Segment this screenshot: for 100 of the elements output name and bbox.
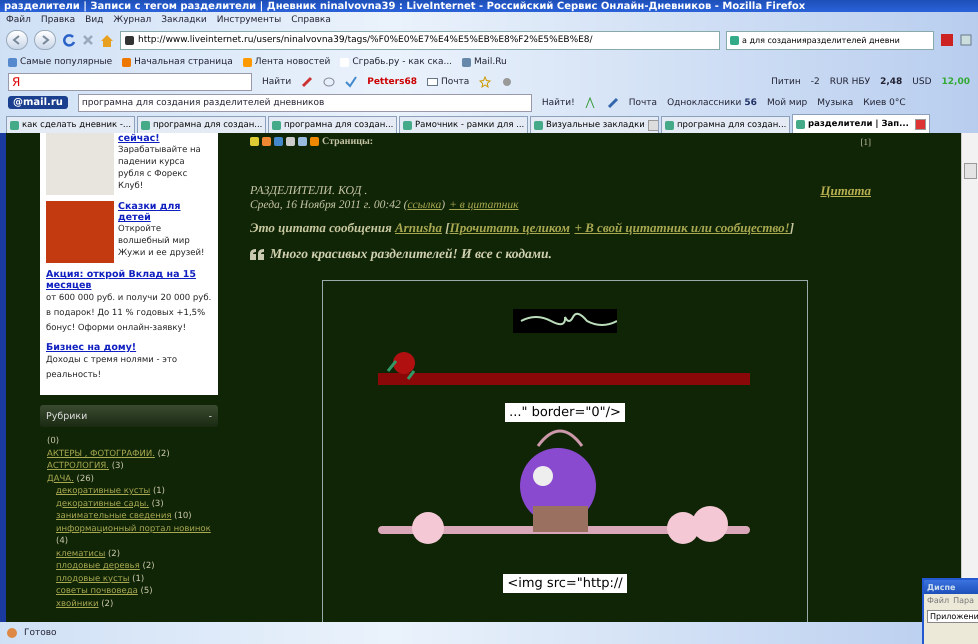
rubric-count: (5) <box>140 586 153 596</box>
browser-tab[interactable]: разделители | Зап... <box>792 114 930 133</box>
photo-placeholder <box>46 133 114 195</box>
ad-title[interactable]: Бизнес на дому! <box>46 342 212 353</box>
bookmark-icon <box>122 58 132 66</box>
mailru-logo[interactable]: @mail.ru <box>8 96 68 109</box>
link[interactable]: Arnusha <box>395 220 442 235</box>
window-tab[interactable]: Приложени <box>927 610 978 623</box>
pages-label: Страницы: <box>322 136 374 147</box>
tab-icon <box>10 120 19 130</box>
quote-icon <box>250 248 264 260</box>
bookmark-icon <box>462 58 472 66</box>
rubric-link[interactable]: плодовые деревья <box>56 561 140 571</box>
rubric-link[interactable]: хвойники <box>56 598 99 608</box>
category-link[interactable]: Цитата <box>820 183 871 199</box>
ad-title[interactable]: Сказки для детей <box>118 201 212 223</box>
rubric-count: (1) <box>132 574 144 584</box>
rubric-link[interactable]: ДАЧА. <box>47 474 74 484</box>
find-button[interactable]: Найти <box>262 77 292 87</box>
menu-item[interactable]: Закладки <box>161 15 207 25</box>
ad-text: Зарабатывайте на падении курса рубля с Форекс Клуб! <box>118 144 202 192</box>
rubric-count: (3) <box>112 461 124 471</box>
find-button[interactable]: Найти! <box>542 98 575 108</box>
tab-icon <box>403 120 412 130</box>
rubric-count: (1) <box>152 486 165 496</box>
toolbar-link[interactable]: Мой мир <box>766 98 808 108</box>
user-name[interactable]: Petters68 <box>367 77 417 87</box>
code-snippet: ..." border="0"/> <box>505 403 625 422</box>
rubric-link[interactable]: декоративные сады. <box>56 498 149 508</box>
tab-icon <box>665 120 674 130</box>
forward-button[interactable] <box>34 30 56 50</box>
menu-item[interactable]: Файл <box>6 15 31 25</box>
pen-icon[interactable] <box>301 76 314 88</box>
rubrics-header[interactable]: Рубрики - <box>40 405 218 427</box>
envelope-icon <box>426 78 438 86</box>
speech-bubble-icon[interactable] <box>323 76 336 88</box>
reload-icon[interactable] <box>62 33 76 47</box>
quote-text: Много красивых разделителей! И все с кодами. <box>270 246 552 262</box>
yandex-search-field[interactable]: Я <box>8 73 252 91</box>
page-number[interactable]: [1] <box>860 136 871 146</box>
bookmark[interactable]: Mail.Ru <box>462 57 507 67</box>
menu-item[interactable]: Файл <box>927 596 950 605</box>
browser-tab[interactable]: Рамочник - рамки для ... <box>399 116 528 133</box>
title-bar: разделители | Записи с тегом разделители | Дневник ninalvovna39 : LiveInternet - Российский Сервис Онлайн-Дневников - Mozilla Firefox <box>0 0 978 12</box>
tab-close-button[interactable] <box>915 118 926 130</box>
rubric-link[interactable]: АСТРОЛОГИЯ. <box>47 461 109 471</box>
bookmark-icon <box>8 58 17 66</box>
weather-city: Питин <box>771 77 801 87</box>
search-field[interactable]: а для созданияразделителей дневни <box>726 30 934 50</box>
bookmark[interactable]: Самые популярные <box>8 57 112 67</box>
tab-icon <box>796 120 805 128</box>
rubric-link[interactable]: плодовые кусты <box>56 574 130 584</box>
rubric-link[interactable]: декоративные кусты <box>56 486 150 496</box>
browser-tab[interactable]: програмна для создан... <box>661 116 790 133</box>
browser-tab[interactable]: Визуальные закладки <box>530 116 659 133</box>
menu-item[interactable]: Инструменты <box>216 15 282 25</box>
rubric-link[interactable]: информационный портал новинок <box>56 524 211 534</box>
scrollbar-thumb[interactable] <box>964 163 976 179</box>
rubric-link[interactable]: занимательные сведения <box>56 511 172 521</box>
toolbar-link[interactable]: Музыка <box>817 98 854 108</box>
back-button[interactable] <box>6 30 28 50</box>
mailru-search-field[interactable]: програмна для создания разделителей дневников <box>78 94 532 112</box>
rubric-link[interactable]: АКТЕРЫ , ФОТОГРАФИИ. <box>47 448 155 458</box>
menu-item[interactable]: Пара <box>953 596 974 605</box>
browser-tab[interactable]: програмна для создан... <box>268 116 397 133</box>
tab-icon <box>272 120 281 130</box>
app-window[interactable]: Диспе Файл Пара Приложени <box>922 578 978 644</box>
address-bar[interactable]: http://www.liveinternet.ru/users/ninalvovna39/tags/%F0%E0%E7%E4%E5%EB%E8%F2%E5%EB%E8/ <box>120 30 720 50</box>
bookmark[interactable]: Сграбь.ру - как ска... <box>340 57 452 67</box>
link[interactable]: + В свой цитатник или сообщество! <box>574 220 790 235</box>
rubric-count: (2) <box>142 561 155 571</box>
ad-title[interactable]: Акция: открой Вклад на 15 месяцев <box>46 269 212 291</box>
bookmark-icon <box>242 58 252 66</box>
rubric-link[interactable]: клематисы <box>56 548 106 558</box>
bookmark[interactable]: Лента новостей <box>242 57 330 67</box>
menu-item[interactable]: Вид <box>85 15 104 25</box>
link[interactable]: Прочитать целиком <box>450 220 570 235</box>
link[interactable]: ссылка <box>407 199 442 211</box>
rubric-count: (10) <box>174 511 192 521</box>
rubric-count: (2) <box>108 548 120 558</box>
menu-item[interactable]: Справка <box>291 15 331 25</box>
rubric-link[interactable]: советы почвоведа <box>56 586 138 596</box>
square-icon[interactable] <box>960 34 972 46</box>
pencil-icon[interactable] <box>606 96 619 108</box>
mail-link[interactable]: Почта <box>426 77 470 87</box>
browser-tab[interactable]: програмна для создан... <box>137 116 266 133</box>
close-icon[interactable] <box>82 34 94 46</box>
tab-close-button[interactable] <box>648 120 658 130</box>
bookmark[interactable]: Начальная страница <box>122 57 233 67</box>
toolbar-link[interactable]: Почта <box>628 98 658 108</box>
toolbar-link[interactable]: Киев 0°C <box>863 98 906 108</box>
spellcheck-icon[interactable] <box>345 76 358 88</box>
toolbar-link[interactable]: Одноклассники 56 <box>667 98 757 108</box>
rate-label: RUR НБУ <box>830 77 870 87</box>
ad-text: Доходы с тремя нолями - это реальность! <box>46 354 178 382</box>
link[interactable]: + в цитатник <box>449 199 518 211</box>
menu-item[interactable]: Журнал <box>113 15 152 25</box>
browser-tab[interactable]: как сделать дневник -... <box>6 116 135 133</box>
ad-title[interactable]: сейчас! <box>118 133 212 144</box>
menu-item[interactable]: Правка <box>40 15 76 25</box>
